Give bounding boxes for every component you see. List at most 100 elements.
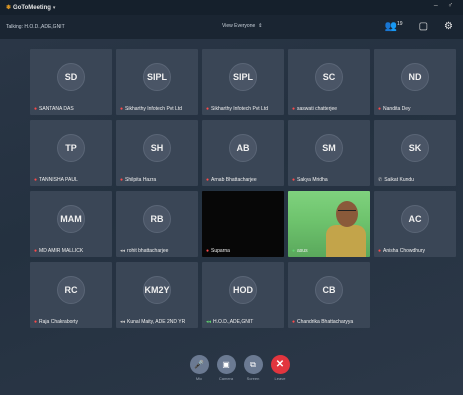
- meeting-controls: 🎤 Mic ▣ Camera ⧉ Screen ✕ Leave: [0, 355, 463, 395]
- avatar: MAM: [57, 205, 85, 233]
- participant-video-tile[interactable]: ● asus: [288, 191, 370, 257]
- participant-name: Anisha Chowdhury: [383, 248, 425, 254]
- participant-name: Nandita Dey: [383, 106, 411, 112]
- mic-muted-icon: ●: [120, 177, 124, 183]
- screen-layout-icon[interactable]: ▢: [419, 21, 428, 32]
- avatar: TP: [57, 134, 85, 162]
- screen-share-button[interactable]: ⧉ Screen: [243, 355, 263, 395]
- app-menu-chevron-icon[interactable]: ▾: [53, 5, 56, 11]
- settings-icon[interactable]: ⚙: [444, 21, 453, 32]
- gotomeeting-logo-icon: ❄: [6, 5, 12, 11]
- mic-muted-icon: ●: [34, 248, 38, 254]
- participant-tile[interactable]: AC ● Anisha Chowdhury: [374, 191, 456, 257]
- participant-name: H.O.D.,ADE,GNIT: [213, 319, 254, 325]
- participant-name: Shilpita Hazra: [125, 177, 157, 183]
- top-right-icons: 👥19 ▢ ⚙: [385, 21, 453, 32]
- avatar: SD: [57, 63, 85, 91]
- participant-name: Sikharthy Infotech Pvt Ltd: [125, 106, 183, 112]
- participant-name: rohit bhattacharjee: [127, 248, 169, 254]
- participant-name: Kunal Maity, ADE 2ND YR: [127, 319, 186, 325]
- avatar: HOD: [229, 276, 257, 304]
- participant-name: Suparna: [211, 248, 230, 254]
- participant-tile[interactable]: SC ● saswati chatterjee: [288, 49, 370, 115]
- close-icon: ✕: [270, 355, 290, 374]
- participant-tile[interactable]: HOD ◂◂ H.O.D.,ADE,GNIT: [202, 262, 284, 328]
- mic-active-icon: ●: [292, 248, 296, 254]
- mic-muted-icon: ●: [120, 106, 124, 112]
- leave-button[interactable]: ✕ Leave: [270, 355, 290, 395]
- participant-tile[interactable]: CB ● Chandrika Bhattacharyya: [288, 262, 370, 328]
- avatar: SIPL: [229, 63, 257, 91]
- participant-name: Arnab Bhattacharjee: [211, 177, 257, 183]
- participant-tile[interactable]: SM ● Sakya Mridha: [288, 120, 370, 186]
- participant-name: Chandrika Bhattacharyya: [297, 319, 354, 325]
- participant-tile[interactable]: TP ● TANNISHA PAUL: [30, 120, 112, 186]
- camera-label: Camera: [218, 376, 234, 381]
- participant-tile[interactable]: SIPL ● Sikharthy Infotech Pvt Ltd: [202, 49, 284, 115]
- participant-tile[interactable]: SD ● SANTANA DAS: [30, 49, 112, 115]
- participant-name: TANNISHA PAUL: [39, 177, 78, 183]
- participant-tile[interactable]: RC ● Raja Chakraborty: [30, 262, 112, 328]
- mic-muted-icon: ●: [378, 106, 382, 112]
- participants-button[interactable]: 👥19: [385, 21, 403, 32]
- mic-muted-icon: ●: [378, 248, 382, 254]
- mic-active-icon: ◂◂: [206, 319, 212, 325]
- view-chevron-icon: ⇕: [258, 23, 263, 29]
- avatar: SIPL: [143, 63, 171, 91]
- title-bar: ❄ GoToMeeting ▾ – ♂: [0, 0, 463, 15]
- talking-indicator: Talking: H.O.D.,ADE,GNIT: [6, 24, 65, 30]
- avatar: SM: [315, 134, 343, 162]
- mic-muted-icon: ●: [292, 177, 296, 183]
- participant-tile[interactable]: SIPL ● Sikharthy Infotech Pvt Ltd: [116, 49, 198, 115]
- app-title[interactable]: GoToMeeting: [13, 5, 51, 11]
- mic-icon: ◂◂: [120, 319, 126, 325]
- camera-button[interactable]: ▣ Camera: [216, 355, 236, 395]
- participant-video-tile[interactable]: ● Suparna: [202, 191, 284, 257]
- participant-name: Saikat Kundu: [384, 177, 414, 183]
- avatar: KM2Y: [143, 276, 171, 304]
- participant-name: MD AMIR MALLICK: [39, 248, 84, 254]
- avatar: RC: [57, 276, 85, 304]
- participant-tile[interactable]: ND ● Nandita Dey: [374, 49, 456, 115]
- mic-muted-icon: ●: [292, 106, 296, 112]
- participants-icon: 👥: [384, 21, 398, 32]
- view-selector[interactable]: View Everyone ⇕: [222, 23, 262, 29]
- mic-icon: 🎤: [189, 355, 209, 374]
- participant-name: Raja Chakraborty: [39, 319, 78, 325]
- participant-tile[interactable]: MAM ● MD AMIR MALLICK: [30, 191, 112, 257]
- avatar: RB: [143, 205, 171, 233]
- camera-icon: ▣: [216, 355, 236, 374]
- avatar: SK: [401, 134, 429, 162]
- participant-tile[interactable]: SK ✆ Saikat Kundu: [374, 120, 456, 186]
- participant-name: asus: [297, 248, 308, 254]
- phone-icon: ✆: [378, 177, 383, 183]
- participant-tile[interactable]: KM2Y ◂◂ Kunal Maity, ADE 2ND YR: [116, 262, 198, 328]
- mic-muted-icon: ●: [292, 319, 296, 325]
- participant-name: Sakya Mridha: [297, 177, 328, 183]
- participant-name: Sikharthy Infotech Pvt Ltd: [211, 106, 269, 112]
- mic-label: Mic: [195, 376, 203, 381]
- avatar: ND: [401, 63, 429, 91]
- info-bar: Talking: H.O.D.,ADE,GNIT View Everyone ⇕…: [0, 15, 463, 39]
- mic-muted-icon: ●: [206, 177, 210, 183]
- mic-muted-icon: ●: [206, 248, 210, 254]
- participant-tile[interactable]: SH ● Shilpita Hazra: [116, 120, 198, 186]
- webcam-person-image: [326, 201, 366, 257]
- avatar: SH: [143, 134, 171, 162]
- mic-icon: ◂◂: [120, 248, 126, 254]
- window-controls[interactable]: – ♂: [434, 2, 457, 9]
- mic-button[interactable]: 🎤 Mic: [189, 355, 209, 395]
- avatar: AB: [229, 134, 257, 162]
- mic-muted-icon: ●: [34, 319, 38, 325]
- participant-name: SANTANA DAS: [39, 106, 74, 112]
- avatar: AC: [401, 205, 429, 233]
- mic-muted-icon: ●: [34, 177, 38, 183]
- avatar: SC: [315, 63, 343, 91]
- participant-tile[interactable]: RB ◂◂ rohit bhattacharjee: [116, 191, 198, 257]
- avatar: CB: [315, 276, 343, 304]
- participant-tile[interactable]: AB ● Arnab Bhattacharjee: [202, 120, 284, 186]
- screen-share-icon: ⧉: [243, 355, 263, 374]
- view-selector-label: View Everyone: [222, 23, 256, 29]
- leave-label: Leave: [274, 376, 286, 381]
- mic-muted-icon: ●: [34, 106, 38, 112]
